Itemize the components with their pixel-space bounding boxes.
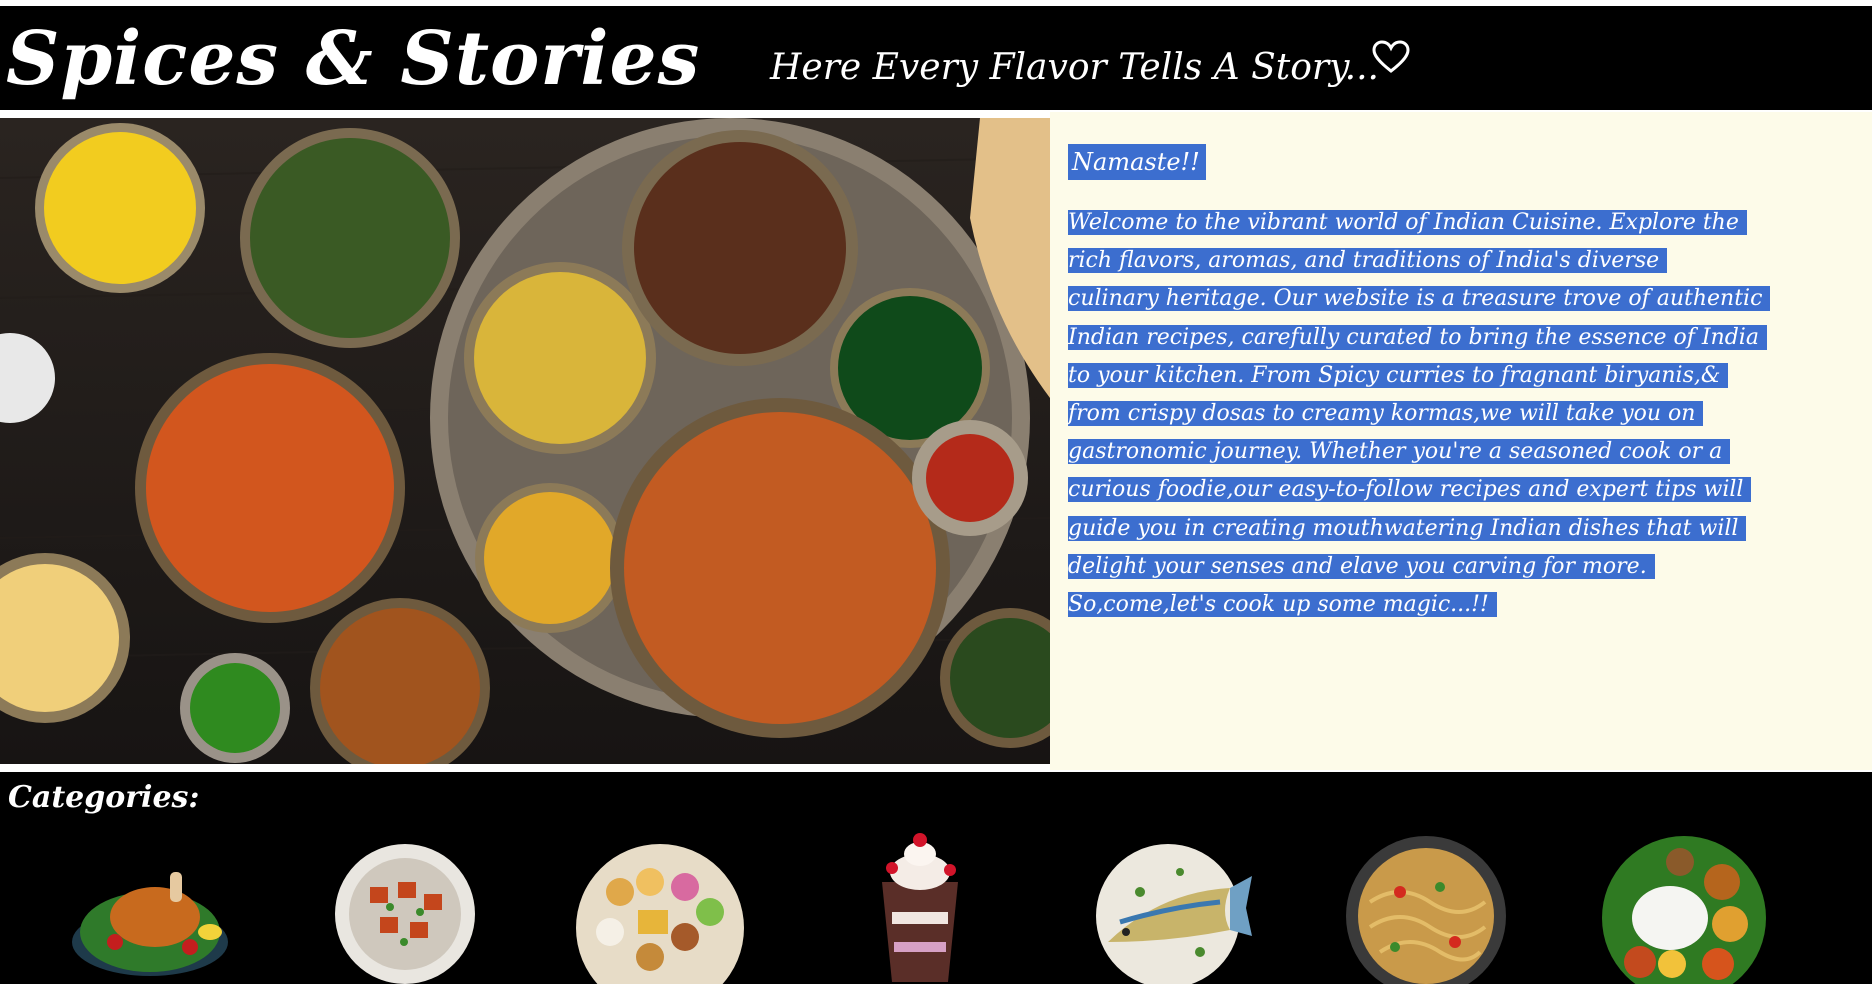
site-header: Spices & Stories Here Every Flavor Tells… xyxy=(0,6,1872,110)
intro-line: Indian recipes, carefully curated to bri… xyxy=(1068,324,1767,350)
tagline: Here Every Flavor Tells A Story... xyxy=(770,47,1379,88)
intro-line: from crispy dosas to creamy kormas,we wi… xyxy=(1068,401,1704,427)
intro-paragraph: Welcome to the vibrant world of Indian C… xyxy=(1068,204,1868,624)
intro-line: guide you in creating mouthwatering Indi… xyxy=(1068,515,1747,541)
south-indian-thali-icon xyxy=(1602,836,1766,984)
intro-line: curious foodie,our easy-to-follow recipe… xyxy=(1068,477,1752,503)
category-fish[interactable] xyxy=(1080,832,1260,984)
categories-heading: Categories: xyxy=(8,780,200,815)
noodles-bowl-icon xyxy=(1346,836,1506,984)
category-sweets[interactable] xyxy=(570,832,750,984)
intro-line: Welcome to the vibrant world of Indian C… xyxy=(1068,210,1747,235)
intro-line: So,come,let's cook up some magic...!! xyxy=(1068,592,1497,618)
greeting-text: Namaste!! xyxy=(1068,144,1206,180)
category-fried-chicken[interactable] xyxy=(60,832,240,984)
fish-plate-icon xyxy=(1096,844,1252,984)
hero-food-photo xyxy=(0,118,1050,764)
paneer-tikka-plate-icon xyxy=(335,844,475,984)
categories-section: Categories: xyxy=(0,772,1872,984)
category-south-indian[interactable] xyxy=(1600,832,1780,984)
intro-line: gastronomic journey. Whether you're a se… xyxy=(1068,439,1731,465)
about-panel: Namaste!! Welcome to the vibrant world o… xyxy=(1050,112,1872,770)
sweets-platter-icon xyxy=(576,844,744,984)
intro-line: delight your senses and elave you carvin… xyxy=(1068,553,1655,579)
intro-line: to your kitchen. From Spicy curries to f… xyxy=(1068,362,1729,388)
category-paneer-tikka[interactable] xyxy=(320,832,500,984)
heart-icon xyxy=(1372,40,1410,74)
site-title[interactable]: Spices & Stories xyxy=(6,14,700,104)
category-falooda[interactable] xyxy=(830,832,1010,984)
intro-line: culinary heritage. Our website is a trea… xyxy=(1068,286,1771,312)
fried-chicken-plate-icon xyxy=(72,872,228,976)
intro-line: rich flavors, aromas, and traditions of … xyxy=(1068,248,1668,274)
falooda-dessert-glass-icon xyxy=(882,833,958,982)
category-noodles[interactable] xyxy=(1340,832,1520,984)
